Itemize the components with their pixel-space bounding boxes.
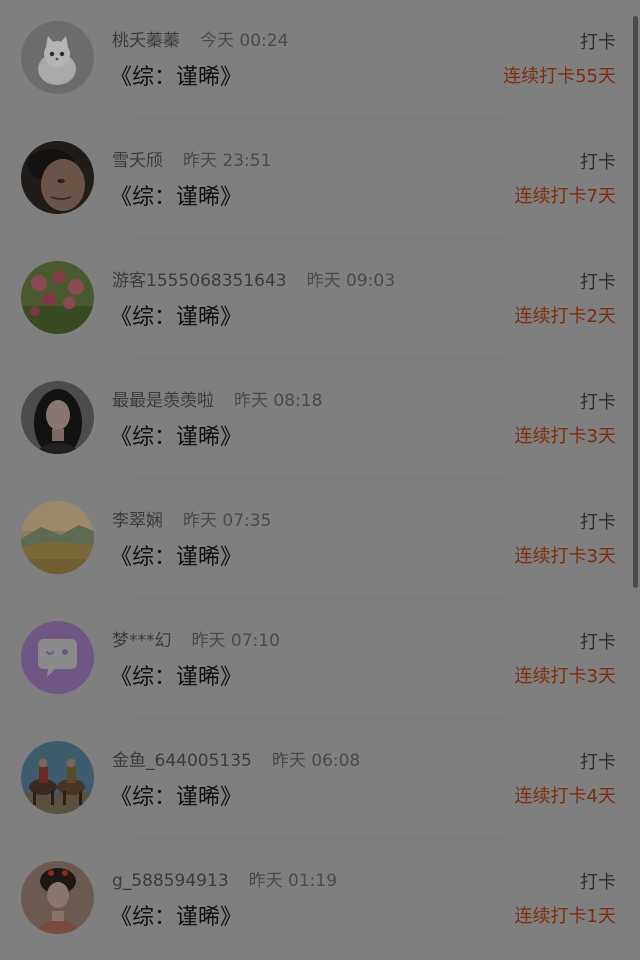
checkin-time: 昨天 07:35 — [183, 511, 272, 531]
user-name[interactable]: 李翠娴 — [112, 511, 163, 531]
checkin-label: 打卡 — [580, 32, 616, 53]
streak-count: 连续打卡7天 — [514, 186, 616, 207]
book-title[interactable]: 《综：谨晞》 — [110, 299, 242, 331]
list-item[interactable]: g_588594913 昨天 01:19 《综：谨晞》 打卡 连续打卡1天 — [0, 840, 628, 960]
book-title[interactable]: 《综：谨晞》 — [110, 779, 242, 811]
book-title[interactable]: 《综：谨晞》 — [110, 659, 242, 691]
user-name[interactable]: 桃夭蓁蓁 — [112, 31, 180, 51]
user-name[interactable]: 游客1555068351643 — [112, 271, 287, 291]
list-item[interactable]: 梦***幻 昨天 07:10 《综：谨晞》 打卡 连续打卡3天 — [0, 600, 628, 720]
entry-meta: g_588594913 昨天 01:19 — [112, 866, 337, 891]
streak-count: 连续打卡3天 — [514, 426, 616, 447]
woman-portrait-avatar[interactable] — [21, 381, 94, 454]
entry-meta: 李翠娴 昨天 07:35 — [112, 506, 271, 531]
checkin-time: 昨天 01:19 — [248, 871, 338, 891]
streak-count: 连续打卡4天 — [514, 786, 616, 807]
scrollbar[interactable] — [633, 16, 638, 588]
entry-meta: 最最是羡羡啦 昨天 08:18 — [112, 386, 322, 411]
man-portrait-avatar[interactable] — [21, 141, 94, 214]
list-item[interactable]: 游客1555068351643 昨天 09:03 《综：谨晞》 打卡 连续打卡2天 — [0, 240, 628, 360]
checkin-label: 打卡 — [580, 272, 616, 293]
checkin-time: 今天 00:24 — [200, 31, 289, 51]
checkin-time: 昨天 09:03 — [306, 271, 396, 291]
entry-meta: 桃夭蓁蓁 今天 00:24 — [112, 26, 288, 51]
checkin-list: 桃夭蓁蓁 今天 00:24 《综：谨晞》 打卡 连续打卡55天 雪夭颀 昨天 23:… — [0, 0, 628, 960]
book-title[interactable]: 《综：谨晞》 — [110, 59, 242, 91]
entry-meta: 金鱼_644005135 昨天 06:08 — [112, 746, 360, 771]
list-item[interactable]: 桃夭蓁蓁 今天 00:24 《综：谨晞》 打卡 连续打卡55天 — [0, 0, 628, 120]
streak-count: 连续打卡3天 — [514, 666, 616, 687]
checkin-label: 打卡 — [580, 152, 616, 173]
streak-count: 连续打卡55天 — [503, 66, 616, 87]
checkin-time: 昨天 06:08 — [271, 751, 361, 771]
book-title[interactable]: 《综：谨晞》 — [110, 419, 242, 451]
entry-meta: 梦***幻 昨天 07:10 — [112, 626, 280, 651]
checkin-label: 打卡 — [580, 752, 616, 773]
book-title[interactable]: 《综：谨晞》 — [110, 899, 242, 931]
checkin-time: 昨天 08:18 — [234, 391, 323, 411]
checkin-label: 打卡 — [580, 872, 616, 893]
list-item[interactable]: 雪夭颀 昨天 23:51 《综：谨晞》 打卡 连续打卡7天 — [0, 120, 628, 240]
checkin-time: 昨天 07:10 — [191, 631, 280, 651]
checkin-label: 打卡 — [580, 392, 616, 413]
book-title[interactable]: 《综：谨晞》 — [110, 539, 242, 571]
user-name[interactable]: 梦***幻 — [112, 631, 172, 651]
list-item[interactable]: 李翠娴 昨天 07:35 《综：谨晞》 打卡 连续打卡3天 — [0, 480, 628, 600]
white-kitten-avatar[interactable] — [21, 21, 94, 94]
streak-count: 连续打卡2天 — [514, 306, 616, 327]
list-item[interactable]: 最最是羡羡啦 昨天 08:18 《综：谨晞》 打卡 连续打卡3天 — [0, 360, 628, 480]
user-name[interactable]: g_588594913 — [112, 871, 229, 891]
user-name[interactable]: 最最是羡羡啦 — [112, 391, 214, 411]
list-item[interactable]: 金鱼_644005135 昨天 06:08 《综：谨晞》 打卡 连续打卡4天 — [0, 720, 628, 840]
checkin-label: 打卡 — [580, 632, 616, 653]
red-flowers-avatar[interactable] — [21, 261, 94, 334]
user-name[interactable]: 雪夭颀 — [112, 151, 163, 171]
book-title[interactable]: 《综：谨晞》 — [110, 179, 242, 211]
streak-count: 连续打卡3天 — [514, 546, 616, 567]
horse-riders-avatar[interactable] — [21, 741, 94, 814]
entry-meta: 游客1555068351643 昨天 09:03 — [112, 266, 395, 291]
entry-meta: 雪夭颀 昨天 23:51 — [112, 146, 271, 171]
costume-girl-avatar[interactable] — [21, 861, 94, 934]
checkin-label: 打卡 — [580, 512, 616, 533]
checkin-time: 昨天 23:51 — [183, 151, 272, 171]
default-chat-bubble-avatar[interactable] — [21, 621, 94, 694]
streak-count: 连续打卡1天 — [514, 906, 616, 927]
landscape-avatar[interactable] — [21, 501, 94, 574]
user-name[interactable]: 金鱼_644005135 — [112, 751, 252, 771]
